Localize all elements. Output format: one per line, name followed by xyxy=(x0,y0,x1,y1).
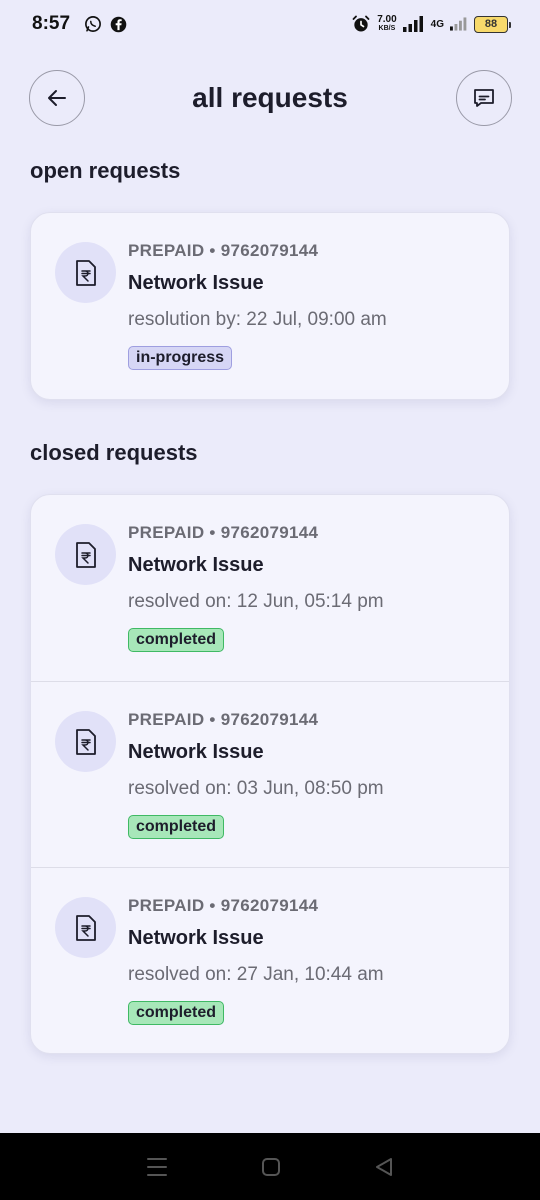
request-meta: PREPAID • 9762079144 xyxy=(128,710,319,729)
status-badge: in-progress xyxy=(128,346,233,370)
request-date: resolved on: 27 Jan, 10:44 am xyxy=(128,964,384,985)
rupee-document-icon xyxy=(55,242,116,303)
back-nav-icon[interactable] xyxy=(373,1156,395,1178)
request-item[interactable]: PREPAID • 9762079144 Network Issue resol… xyxy=(31,681,509,867)
request-title: Network Issue xyxy=(128,272,264,294)
navigation-bar xyxy=(0,1133,540,1200)
request-title: Network Issue xyxy=(128,554,264,576)
rupee-document-icon xyxy=(55,711,116,772)
rupee-document-icon xyxy=(55,897,116,958)
request-item[interactable]: PREPAID • 9762079144 Network Issue resol… xyxy=(31,213,509,399)
request-title: Network Issue xyxy=(128,741,264,763)
header: all requests xyxy=(0,70,540,128)
request-date: resolved on: 03 Jun, 08:50 pm xyxy=(128,778,384,799)
status-badge: completed xyxy=(128,815,225,839)
request-meta: PREPAID • 9762079144 xyxy=(128,896,319,915)
request-item[interactable]: PREPAID • 9762079144 Network Issue resol… xyxy=(31,495,509,681)
status-badge: completed xyxy=(128,628,225,652)
closed-requests-card: PREPAID • 9762079144 Network Issue resol… xyxy=(30,494,510,1054)
status-badge: completed xyxy=(128,1001,225,1025)
status-bar: 8:57 7.00 KB/S 4G 88 xyxy=(0,0,540,48)
request-date: resolved on: 12 Jun, 05:14 pm xyxy=(128,591,384,612)
signal-strength-icon xyxy=(402,16,423,32)
network-type-label: 4G xyxy=(430,18,444,30)
network-speed: 7.00 KB/S xyxy=(377,14,397,33)
recent-apps-icon[interactable] xyxy=(145,1156,169,1178)
chat-icon xyxy=(474,89,494,107)
request-meta: PREPAID • 9762079144 xyxy=(128,523,319,542)
battery-indicator: 88 xyxy=(474,15,511,33)
facebook-icon xyxy=(110,16,127,32)
open-requests-card: PREPAID • 9762079144 Network Issue resol… xyxy=(30,212,510,400)
alarm-icon xyxy=(352,15,370,32)
request-meta: PREPAID • 9762079144 xyxy=(128,241,319,260)
signal-strength-secondary-icon xyxy=(450,17,467,31)
status-time: 8:57 xyxy=(32,13,71,34)
chat-button[interactable] xyxy=(456,70,512,126)
request-date: resolution by: 22 Jul, 09:00 am xyxy=(128,309,387,330)
home-icon[interactable] xyxy=(260,1156,282,1178)
rupee-document-icon xyxy=(55,524,116,585)
whatsapp-icon xyxy=(85,16,101,32)
closed-requests-title: closed requests xyxy=(30,440,198,465)
open-requests-title: open requests xyxy=(30,158,181,183)
request-title: Network Issue xyxy=(128,927,264,949)
request-item[interactable]: PREPAID • 9762079144 Network Issue resol… xyxy=(31,867,509,1053)
